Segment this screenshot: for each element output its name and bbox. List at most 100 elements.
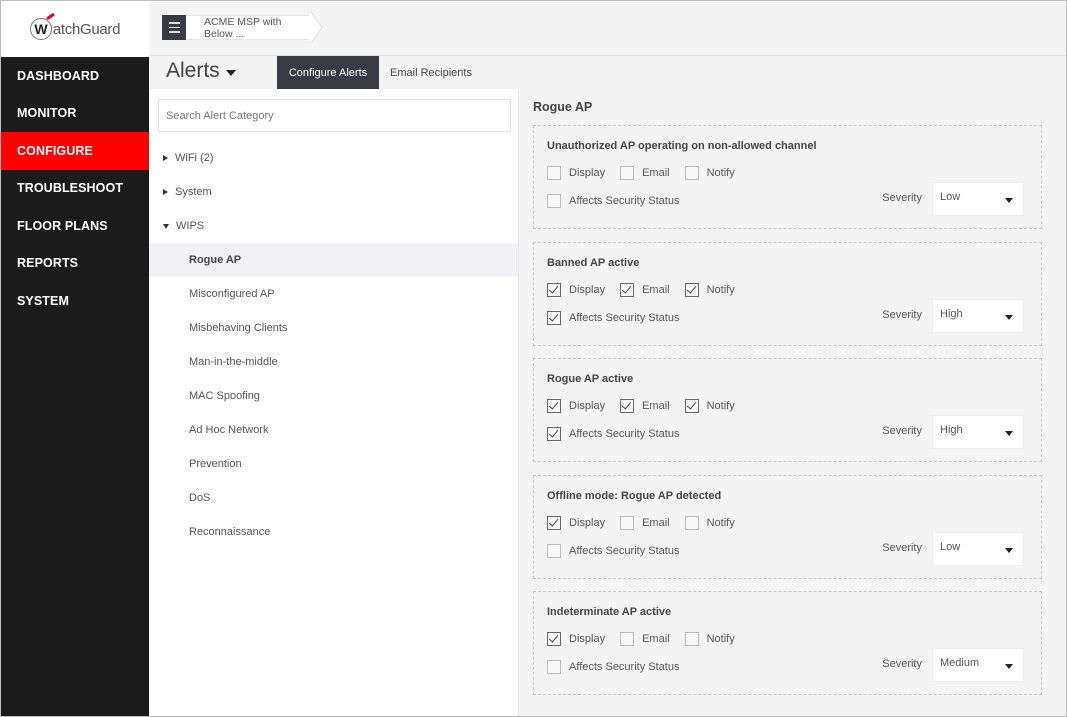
checkbox-icon — [684, 632, 699, 646]
nav-item-reports[interactable]: REPORTS — [1, 245, 149, 283]
checkbox-icon — [547, 166, 561, 180]
logo-text: atchGuard — [52, 20, 121, 38]
tree-item-misbehaving-clients[interactable]: Misbehaving Clients — [149, 311, 518, 345]
tree-category-label: System — [175, 186, 212, 198]
email-label: Email — [642, 633, 670, 645]
checkbox-icon — [547, 632, 561, 646]
page-title-dropdown[interactable]: Alerts — [166, 59, 236, 83]
breadcrumb-label: ACME MSP with Below ... — [204, 15, 282, 40]
email-checkbox[interactable]: Email — [620, 166, 670, 180]
severity-select[interactable]: Medium — [932, 648, 1024, 682]
caret-down-icon — [1005, 547, 1013, 553]
severity-value: High — [940, 424, 963, 436]
alert-name: Rogue AP active — [547, 373, 634, 385]
checkbox-icon — [620, 632, 635, 646]
alert-card: Banned AP active Display Email Notify Af… — [533, 241, 1042, 346]
tree-category-wips[interactable]: WIPS — [149, 209, 518, 243]
affects-security-status-checkbox[interactable]: Affects Security Status — [547, 310, 679, 325]
severity-select[interactable]: High — [932, 298, 1024, 333]
tree-item-ad-hoc-network[interactable]: Ad Hoc Network — [149, 413, 518, 447]
severity-select[interactable]: Low — [932, 531, 1024, 566]
notify-checkbox[interactable]: Notify — [684, 166, 735, 180]
checkbox-icon — [684, 166, 699, 180]
checkbox-icon — [547, 399, 561, 413]
severity-value: Low — [940, 540, 961, 553]
checkbox-icon — [620, 166, 635, 180]
display-checkbox[interactable]: Display — [547, 399, 605, 413]
notify-checkbox[interactable]: Notify — [684, 399, 735, 413]
checkbox-icon — [547, 310, 561, 325]
severity-select[interactable]: High — [932, 415, 1024, 449]
display-label: Display — [569, 400, 606, 412]
hamburger-menu-button[interactable] — [162, 15, 186, 40]
display-checkbox[interactable]: Display — [547, 282, 606, 297]
affects-security-status-checkbox[interactable]: Affects Security Status — [547, 427, 679, 441]
notification-options: Display Email Notify — [547, 515, 750, 530]
severity-label: Severity — [882, 425, 922, 437]
checkbox-icon — [547, 660, 561, 674]
tree-item-man-in-the-middle[interactable]: Man-in-the-middle — [149, 345, 518, 379]
alert-name: Offline mode: Rogue AP detected — [547, 489, 722, 502]
checkbox-icon — [547, 194, 561, 208]
severity-label: Severity — [882, 192, 922, 204]
alert-card: Rogue AP active Display Email Notify Aff… — [533, 358, 1042, 462]
display-checkbox[interactable]: Display — [547, 515, 605, 530]
display-checkbox[interactable]: Display — [547, 166, 605, 180]
severity-select[interactable]: Low — [932, 182, 1024, 216]
security-status-option: Affects Security Status — [547, 427, 694, 441]
email-label: Email — [642, 400, 670, 412]
nav-item-troubleshoot[interactable]: TROUBLESHOOT — [1, 170, 149, 208]
affects-security-status-checkbox[interactable]: Affects Security Status — [547, 543, 679, 558]
tree-item-misconfigured-ap[interactable]: Misconfigured AP — [149, 277, 518, 311]
display-checkbox[interactable]: Display — [547, 632, 605, 646]
affects-security-status-label: Affects Security Status — [569, 428, 680, 440]
logo-area: W atchGuard — [1, 1, 149, 57]
alert-card: Offline mode: Rogue AP detected Display … — [533, 474, 1042, 579]
checkbox-icon — [547, 427, 561, 441]
display-label: Display — [569, 167, 606, 179]
notify-checkbox[interactable]: Notify — [684, 282, 735, 297]
nav-item-floor-plans[interactable]: FLOOR PLANS — [1, 207, 149, 245]
email-checkbox[interactable]: Email — [620, 399, 670, 413]
caret-down-icon — [1005, 314, 1013, 320]
tree-category-system[interactable]: System — [149, 175, 518, 209]
tree-item-mac-spoofing[interactable]: MAC Spoofing — [149, 379, 518, 413]
nav-item-monitor[interactable]: MONITOR — [1, 95, 149, 133]
severity-value: High — [940, 307, 963, 320]
notify-checkbox[interactable]: Notify — [684, 632, 735, 646]
notify-checkbox[interactable]: Notify — [684, 515, 735, 530]
tree-item-rogue-ap[interactable]: Rogue AP — [149, 243, 518, 277]
tree-category-label: WIPS — [176, 220, 205, 232]
watchguard-logo[interactable]: W atchGuard — [29, 18, 121, 40]
display-label: Display — [569, 283, 606, 296]
affects-security-status-checkbox[interactable]: Affects Security Status — [547, 194, 679, 208]
tree-category-wifi[interactable]: WiFi (2) — [149, 141, 518, 175]
nav-item-system[interactable]: SYSTEM — [1, 282, 149, 320]
tab-email-recipients[interactable]: Email Recipients — [381, 56, 481, 89]
notify-label: Notify — [706, 633, 735, 645]
notification-options: Display Email Notify — [547, 632, 750, 646]
alert-category-panel: WiFi (2) System WIPS Rogue AP Misconfigu… — [149, 89, 519, 716]
tab-configure-alerts[interactable]: Configure Alerts — [277, 56, 379, 89]
email-checkbox[interactable]: Email — [620, 632, 670, 646]
severity-label: Severity — [882, 541, 922, 554]
severity-label: Severity — [882, 658, 922, 670]
checkbox-icon — [620, 515, 635, 530]
search-alert-category-input[interactable] — [158, 99, 511, 132]
notification-options: Display Email Notify — [547, 399, 750, 413]
email-label: Email — [642, 516, 670, 529]
checkbox-icon — [547, 282, 561, 297]
checkbox-icon — [620, 399, 635, 413]
tree-item-reconnaissance[interactable]: Reconnaissance — [149, 515, 518, 549]
tree-item-dos[interactable]: DoS — [149, 481, 518, 515]
tree-item-prevention[interactable]: Prevention — [149, 447, 518, 481]
email-checkbox[interactable]: Email — [620, 515, 670, 530]
affects-security-status-checkbox[interactable]: Affects Security Status — [547, 660, 679, 674]
breadcrumb-account[interactable]: ACME MSP with Below ... — [186, 15, 312, 40]
notification-options: Display Email Notify — [547, 282, 750, 297]
nav-item-configure[interactable]: CONFIGURE — [1, 132, 149, 170]
email-checkbox[interactable]: Email — [620, 282, 670, 297]
security-status-option: Affects Security Status — [547, 660, 694, 674]
caret-down-icon — [1005, 198, 1013, 203]
nav-item-dashboard[interactable]: DASHBOARD — [1, 57, 149, 95]
